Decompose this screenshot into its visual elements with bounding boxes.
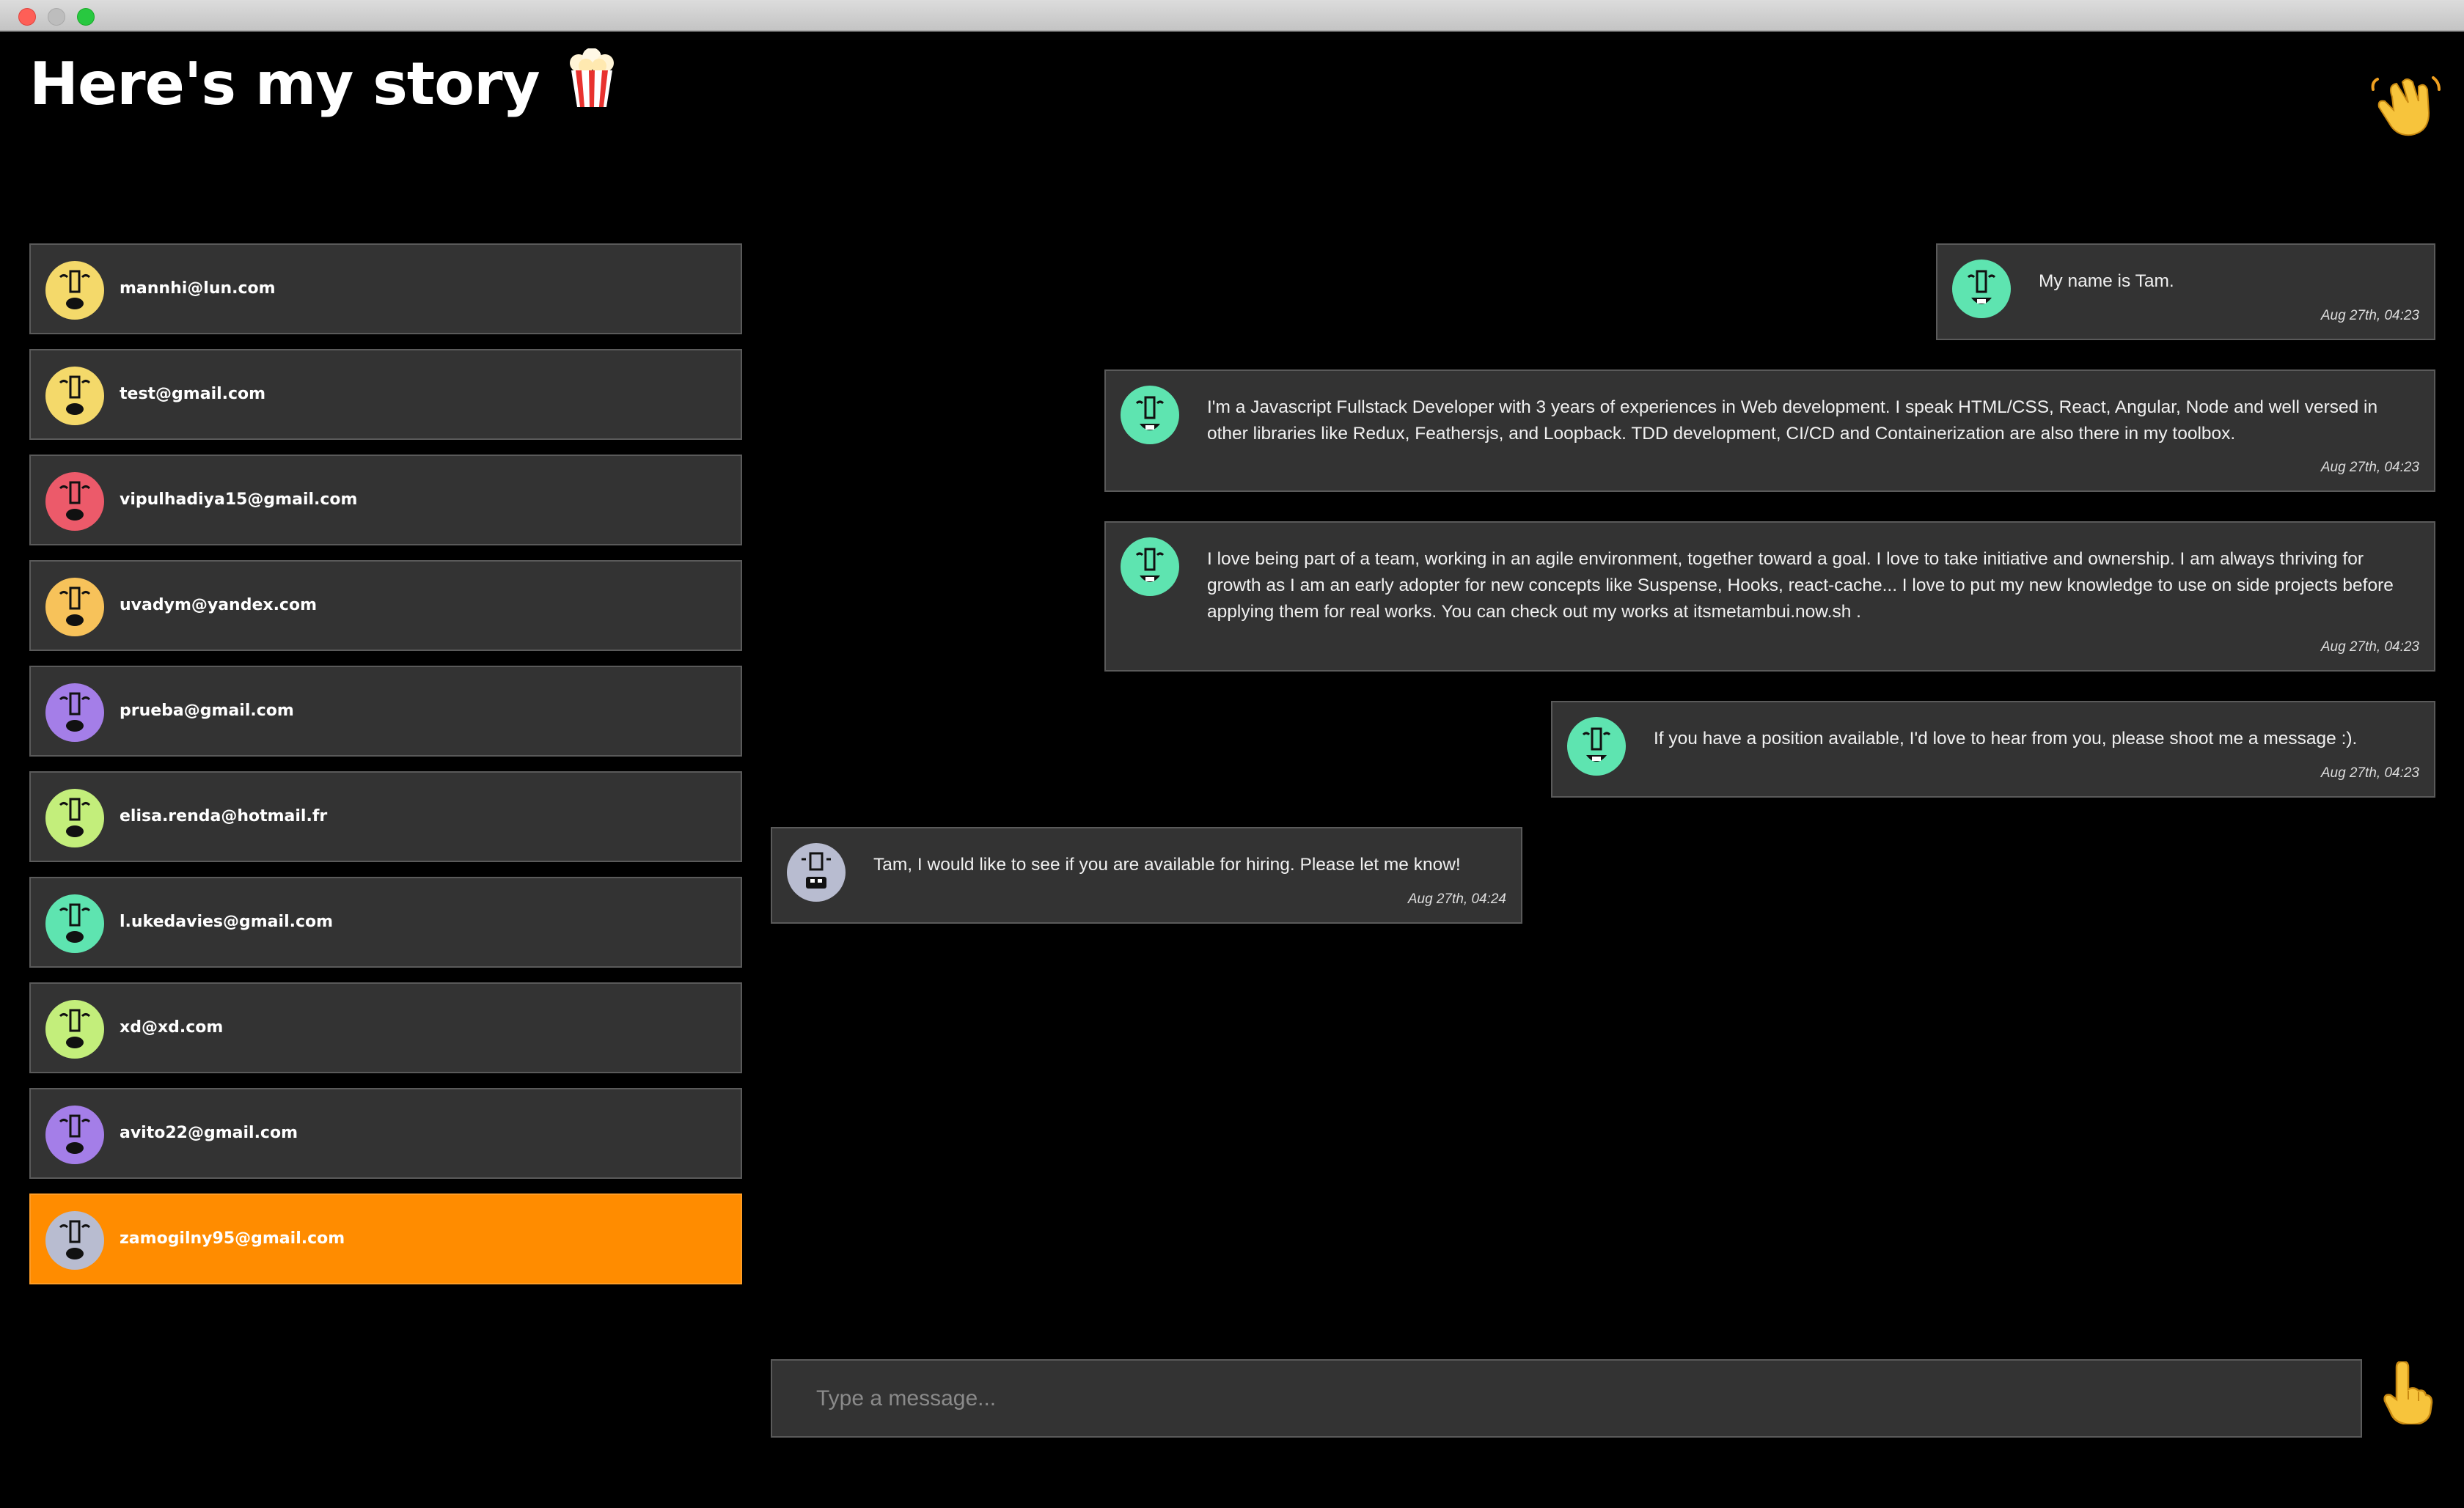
message-timestamp: Aug 27th, 04:23 [2320, 639, 2419, 655]
window-titlebar [0, 0, 2464, 32]
contact-email: l.ukedavies@gmail.com [120, 913, 334, 931]
contact-email: test@gmail.com [120, 385, 266, 403]
message-text: My name is Tam. [2039, 271, 2174, 291]
avatar [45, 578, 104, 636]
popcorn-icon [569, 48, 614, 107]
avatar [787, 843, 846, 902]
contact-email: elisa.renda@hotmail.fr [120, 807, 328, 825]
message-text: Tam, I would like to see if you are avai… [873, 855, 1461, 875]
message-bubble: My name is Tam. Aug 27th, 04:23 [1936, 243, 2435, 340]
message-text: I love being part of a team, working in … [1207, 549, 2394, 622]
contact-email: xd@xd.com [120, 1018, 224, 1037]
page-title-text: Here's my story [29, 50, 540, 118]
contact-email: uvadym@yandex.com [120, 596, 318, 614]
avatar [1121, 537, 1179, 596]
message-bubble: Tam, I would like to see if you are avai… [771, 827, 1522, 924]
message-timestamp: Aug 27th, 04:23 [2320, 460, 2419, 475]
avatar [45, 683, 104, 742]
message-timestamp: Aug 27th, 04:23 [2320, 765, 2419, 781]
contact-item[interactable]: xd@xd.com [29, 982, 742, 1073]
avatar [1567, 717, 1626, 776]
contact-email: vipulhadiya15@gmail.com [120, 490, 358, 509]
avatar [45, 789, 104, 847]
pointing-up-hand-icon[interactable] [2377, 1360, 2433, 1426]
close-window-button[interactable] [18, 8, 36, 26]
avatar [45, 1000, 104, 1059]
message-input[interactable] [771, 1359, 2362, 1438]
contact-item[interactable]: elisa.renda@hotmail.fr [29, 771, 742, 862]
contact-list: mannhi@lun.com test@gmail.com vipulhadiya1… [29, 243, 742, 1299]
contact-email: avito22@gmail.com [120, 1124, 298, 1142]
contact-item[interactable]: l.ukedavies@gmail.com [29, 877, 742, 968]
minimize-window-button[interactable] [48, 8, 65, 26]
contact-email: prueba@gmail.com [120, 702, 294, 720]
message-text: If you have a position available, I'd lo… [1654, 729, 2358, 749]
message-text: I'm a Javascript Fullstack Developer wit… [1207, 397, 2378, 444]
avatar [1121, 386, 1179, 444]
contact-item[interactable]: zamogilny95@gmail.com [29, 1193, 742, 1284]
page-title: Here's my story [29, 48, 618, 118]
contact-item[interactable]: avito22@gmail.com [29, 1088, 742, 1179]
message-timestamp: Aug 27th, 04:23 [2320, 308, 2419, 323]
contact-email: zamogilny95@gmail.com [120, 1229, 345, 1248]
avatar [45, 894, 104, 953]
avatar [45, 1106, 104, 1164]
avatar [45, 367, 104, 425]
avatar [1952, 260, 2011, 318]
contact-item[interactable]: test@gmail.com [29, 349, 742, 440]
zoom-window-button[interactable] [77, 8, 95, 26]
avatar [45, 1211, 104, 1270]
contact-item[interactable]: vipulhadiya15@gmail.com [29, 455, 742, 545]
avatar [45, 472, 104, 531]
contact-item[interactable]: prueba@gmail.com [29, 666, 742, 757]
contact-email: mannhi@lun.com [120, 279, 276, 298]
message-bubble: I'm a Javascript Fullstack Developer wit… [1104, 369, 2435, 492]
message-bubble: I love being part of a team, working in … [1104, 521, 2435, 672]
contact-item[interactable]: mannhi@lun.com [29, 243, 742, 334]
avatar [45, 261, 104, 320]
waving-hand-icon[interactable] [2370, 67, 2443, 141]
message-timestamp: Aug 27th, 04:24 [1407, 891, 1506, 907]
contact-item[interactable]: uvadym@yandex.com [29, 560, 742, 651]
message-bubble: If you have a position available, I'd lo… [1551, 701, 2435, 798]
